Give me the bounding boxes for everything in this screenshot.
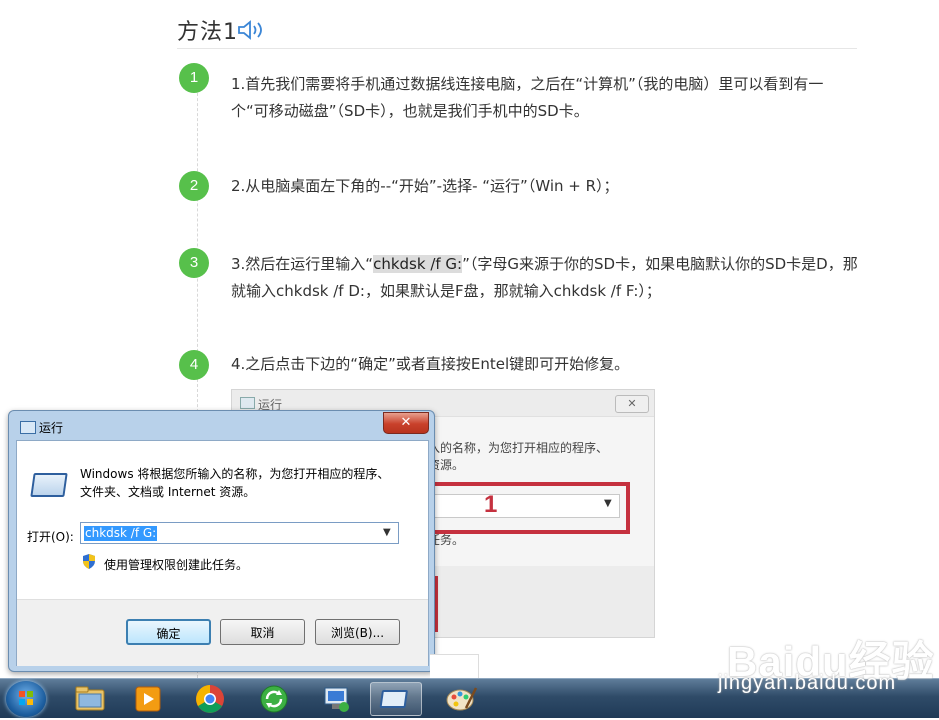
folder-icon (75, 686, 105, 711)
step-4-text: 4.之后点击下边的“确定”或者直接按Entel键即可开始修复。 (231, 355, 630, 373)
network-app-icon (324, 687, 349, 712)
ok-button[interactable]: 确定 (126, 619, 211, 645)
taskbar-green-app[interactable] (248, 682, 300, 716)
step-badge-2: 2 (179, 171, 209, 201)
dropdown-arrow-icon[interactable]: ▼ (383, 527, 391, 538)
run-dialog-body: Windows 将根据您所输入的名称，为您打开相应的程序、 文件夹、文档或 In… (16, 440, 429, 666)
step-badge-4: 4 (179, 350, 209, 380)
watermark-url: jingyan.baidu.com (718, 672, 897, 694)
run-dialog-title: 运行 (39, 421, 64, 435)
run-program-icon (30, 473, 68, 497)
uac-shield-icon (83, 554, 95, 569)
method-title: 方法1 (177, 20, 238, 45)
step-badge-3: 3 (179, 248, 209, 278)
run-description: Windows 将根据您所输入的名称，为您打开相应的程序、 文件夹、文档或 In… (80, 465, 410, 501)
windows-logo-icon (19, 691, 33, 705)
step-2-text: 2.从电脑桌面左下角的--“开始”-选择- “运行”（Win + R）； (231, 177, 619, 195)
run-title-icon (20, 421, 36, 434)
screenshot-close-icon: ✕ (615, 395, 649, 413)
taskbar-media-player[interactable] (122, 682, 174, 716)
step-badge-1: 1 (179, 63, 209, 93)
run-desc-line1: Windows 将根据您所输入的名称，为您打开相应的程序、 (80, 467, 390, 481)
step-1-text: 1.首先我们需要将手机通过数据线连接电脑，之后在“计算机”（我的电脑）里可以看到… (231, 75, 824, 120)
taskbar-run-window[interactable] (370, 682, 422, 716)
taskbar-explorer[interactable] (64, 682, 116, 716)
screenshot-desc-line2: 资源。 (428, 458, 465, 472)
open-command-input[interactable]: chkdsk /f G: ▼ (80, 522, 399, 544)
close-button[interactable]: ✕ (383, 412, 429, 434)
chevron-down-icon: ▼ (604, 498, 612, 509)
run-window-icon (379, 690, 408, 708)
taskbar-network-app[interactable] (310, 682, 362, 716)
cancel-button[interactable]: 取消 (220, 619, 305, 645)
selected-command-text[interactable]: chkdsk /f G: (84, 526, 158, 541)
green-refresh-icon (260, 685, 288, 713)
title-divider (177, 48, 857, 49)
start-button[interactable] (6, 681, 46, 717)
open-label: 打开(O): (27, 530, 74, 544)
screenshot-description: 入的名称，为您打开相应的程序、 资源。 (428, 440, 648, 474)
command-highlight: chkdsk /f G: (373, 255, 463, 273)
run-dialog: 运行 ✕ Windows 将根据您所输入的名称，为您打开相应的程序、 文件夹、文… (8, 410, 435, 672)
chrome-icon (196, 685, 224, 713)
speaker-icon[interactable] (237, 20, 265, 40)
run-dialog-footer: 确定 取消 浏览(B)... (17, 599, 428, 666)
taskbar-chrome[interactable] (184, 682, 236, 716)
admin-privilege-note: 使用管理权限创建此任务。 (104, 558, 249, 572)
paint-icon (446, 687, 478, 711)
run-desc-line2: 文件夹、文档或 Internet 资源。 (80, 485, 256, 499)
screenshot-desc-line1: 入的名称，为您打开相应的程序、 (428, 441, 609, 455)
step-3-text: 3.然后在运行里输入“chkdsk /f G:”（字母G来源于你的SD卡，如果电… (231, 251, 861, 305)
page-input-edge (430, 654, 479, 680)
run-window-icon (240, 397, 255, 409)
screenshot-footer (428, 566, 654, 637)
screenshot-combo (434, 494, 620, 518)
media-player-icon (135, 686, 161, 712)
taskbar-paint[interactable] (436, 682, 488, 716)
annotation-number: 1 (484, 491, 498, 518)
step-3-text-before: 3.然后在运行里输入“ (231, 255, 374, 273)
browse-button[interactable]: 浏览(B)... (315, 619, 400, 645)
